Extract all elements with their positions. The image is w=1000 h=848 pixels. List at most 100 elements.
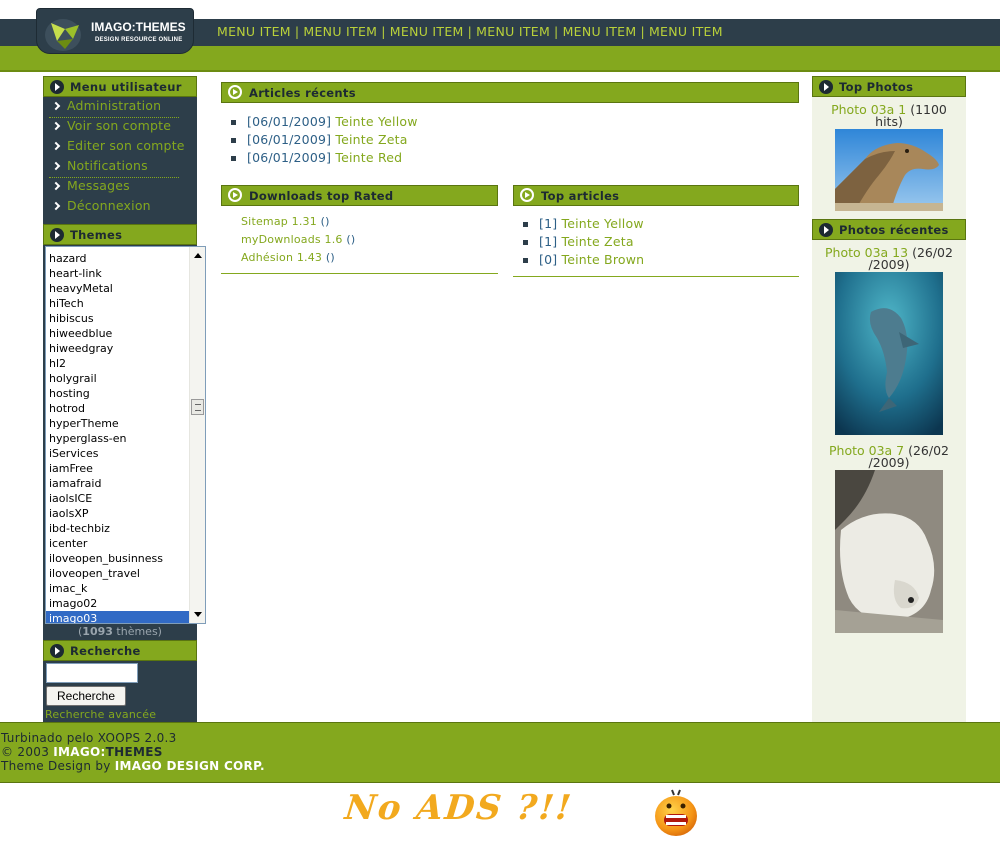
- theme-option[interactable]: hosting: [46, 386, 189, 401]
- theme-option[interactable]: iamafraid: [46, 476, 189, 491]
- theme-option[interactable]: hiweedgray: [46, 341, 189, 356]
- theme-option[interactable]: icenter: [46, 536, 189, 551]
- chevron-right-icon: [51, 121, 61, 131]
- theme-count: (1093 thèmes): [78, 625, 162, 638]
- advanced-search-link[interactable]: Recherche avancée: [45, 708, 156, 721]
- theme-option[interactable]: iloveopen_businness: [46, 551, 189, 566]
- theme-option[interactable]: hotrod: [46, 401, 189, 416]
- download-link[interactable]: Sitemap 1.31: [241, 215, 317, 228]
- camel-photo[interactable]: [835, 129, 943, 211]
- list-item: [06/01/2009] Teinte Yellow: [221, 114, 799, 132]
- site-logo[interactable]: IMAGO:THEMES DESIGN RESOURCE ONLINE: [36, 8, 194, 54]
- top-photo-caption: Photo 03a 1 (1100 hits): [831, 102, 947, 129]
- top-menu-item[interactable]: MENU ITEM: [476, 24, 550, 39]
- recent-articles-title: Articles récents: [221, 82, 799, 103]
- theme-select-list[interactable]: hazard heart-link heavyMetal hiTech hibiscus…: [45, 246, 206, 624]
- theme-option[interactable]: hyperTheme: [46, 416, 189, 431]
- logo-title: IMAGO:THEMES: [91, 20, 186, 34]
- downloads-top-rated-title: Downloads top Rated: [221, 185, 498, 206]
- theme-option[interactable]: iaolsICE: [46, 491, 189, 506]
- user-menu-item-view-account[interactable]: Voir son compte: [49, 118, 197, 138]
- footer-theme-design: Theme Design by IMAGO DESIGN CORP.: [1, 759, 265, 773]
- theme-option[interactable]: hiTech: [46, 296, 189, 311]
- theme-option[interactable]: hazard: [46, 251, 189, 266]
- top-articles-title: Top articles: [513, 185, 799, 206]
- scroll-thumb[interactable]: [191, 399, 204, 415]
- arrow-icon: [50, 644, 64, 658]
- top-menu: MENU ITEM | MENU ITEM | MENU ITEM | MENU ITEM |…: [217, 24, 723, 39]
- theme-option[interactable]: ibd-techbiz: [46, 521, 189, 536]
- top-menu-item[interactable]: MENU ITEM: [217, 24, 291, 39]
- theme-option[interactable]: hibiscus: [46, 311, 189, 326]
- theme-list-scrollbar[interactable]: [189, 247, 205, 623]
- top-articles-list: [1] Teinte Yellow [1] Teinte Zeta [0] Te…: [513, 216, 799, 270]
- list-item: [06/01/2009] Teinte Zeta: [221, 132, 799, 150]
- theme-option[interactable]: iloveopen_travel: [46, 566, 189, 581]
- theme-option[interactable]: iServices: [46, 446, 189, 461]
- article-link[interactable]: Teinte Yellow: [335, 114, 417, 129]
- theme-option[interactable]: hyperglass-en: [46, 431, 189, 446]
- chevron-right-icon: [51, 201, 61, 211]
- user-menu-item-notifications[interactable]: Notifications: [49, 158, 179, 178]
- theme-option[interactable]: imago02: [46, 596, 189, 611]
- theme-option[interactable]: heart-link: [46, 266, 189, 281]
- list-item: Adhésion 1.43 (): [241, 251, 335, 264]
- user-menu-item-edit-account[interactable]: Editer son compte: [49, 138, 197, 158]
- article-link[interactable]: Teinte Yellow: [562, 216, 644, 231]
- scroll-up-icon[interactable]: [194, 253, 202, 258]
- list-item: [06/01/2009] Teinte Red: [221, 150, 799, 168]
- site-footer: Turbinado pelo XOOPS 2.0.3 © 2003 IMAGO:…: [0, 722, 1000, 783]
- chevron-right-icon: [51, 181, 61, 191]
- theme-option[interactable]: hl2: [46, 356, 189, 371]
- search-title: Recherche: [43, 640, 197, 661]
- recent-photos-title: Photos récentes: [812, 219, 966, 240]
- top-menu-item[interactable]: MENU ITEM: [390, 24, 464, 39]
- user-menu-item-logout[interactable]: Déconnexion: [49, 198, 197, 218]
- polar-bear-photo[interactable]: [835, 470, 943, 633]
- designer-link[interactable]: IMAGO DESIGN CORP.: [115, 759, 265, 773]
- themes-title: Themes: [43, 224, 197, 245]
- theme-option[interactable]: holygrail: [46, 371, 189, 386]
- theme-option[interactable]: iamFree: [46, 461, 189, 476]
- divider: [513, 276, 799, 277]
- search-button[interactable]: Recherche: [46, 686, 126, 706]
- footer-powered-by: Turbinado pelo XOOPS 2.0.3: [1, 731, 177, 745]
- top-menu-item[interactable]: MENU ITEM: [563, 24, 637, 39]
- theme-options: hazard heart-link heavyMetal hiTech hibiscus…: [46, 251, 189, 623]
- shouting-smiley-icon: [655, 789, 697, 836]
- divider: [221, 273, 498, 274]
- user-menu-item-messages[interactable]: Messages: [49, 178, 197, 198]
- article-link[interactable]: Teinte Zeta: [335, 132, 407, 147]
- theme-option[interactable]: iaolsXP: [46, 506, 189, 521]
- logo-subtitle: DESIGN RESOURCE ONLINE: [95, 37, 183, 43]
- arrow-icon: [228, 85, 242, 99]
- top-menu-item[interactable]: MENU ITEM: [649, 24, 723, 39]
- list-item: [0] Teinte Brown: [513, 252, 799, 270]
- search-input[interactable]: [46, 663, 138, 683]
- theme-option[interactable]: imac_k: [46, 581, 189, 596]
- arrow-icon: [50, 80, 64, 94]
- user-menu: Administration Voir son compte Editer so…: [43, 98, 197, 218]
- logo-icon: [45, 19, 81, 51]
- arrow-icon: [50, 228, 64, 242]
- chevron-right-icon: [51, 161, 61, 171]
- arrow-icon: [819, 223, 833, 237]
- downloads-list: Sitemap 1.31 () myDownloads 1.6 () Adhés…: [221, 215, 498, 269]
- download-link[interactable]: myDownloads 1.6: [241, 233, 343, 246]
- download-link[interactable]: Adhésion 1.43: [241, 251, 322, 264]
- recent-articles-list: [06/01/2009] Teinte Yellow [06/01/2009] …: [221, 114, 799, 168]
- dolphin-photo[interactable]: [835, 272, 943, 435]
- theme-option[interactable]: imago03: [46, 611, 189, 623]
- arrow-icon: [520, 188, 534, 202]
- theme-option[interactable]: heavyMetal: [46, 281, 189, 296]
- theme-option[interactable]: hiweedblue: [46, 326, 189, 341]
- scroll-down-icon[interactable]: [194, 612, 202, 617]
- article-link[interactable]: Teinte Zeta: [562, 234, 634, 249]
- site-header: IMAGO:THEMES DESIGN RESOURCE ONLINE MENU…: [0, 0, 1000, 74]
- article-link[interactable]: Teinte Red: [335, 150, 402, 165]
- footer-copyright: © 2003 IMAGO:THEMES: [1, 745, 163, 759]
- user-menu-item-administration[interactable]: Administration: [49, 98, 179, 118]
- top-menu-item[interactable]: MENU ITEM: [303, 24, 377, 39]
- user-menu-title: Menu utilisateur: [43, 76, 197, 97]
- article-link[interactable]: Teinte Brown: [562, 252, 645, 267]
